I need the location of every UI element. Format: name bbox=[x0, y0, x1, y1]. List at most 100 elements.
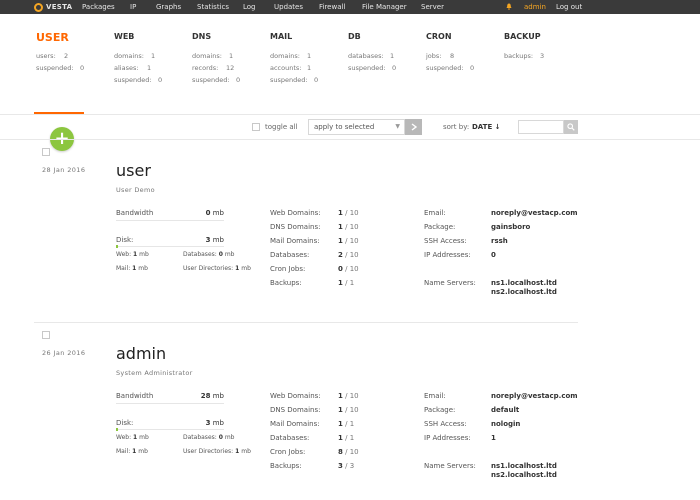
stat-value: 0 bbox=[314, 76, 319, 84]
disk-mail-usage: Mail: 1 mb bbox=[116, 265, 148, 272]
ip-value: 0 bbox=[491, 251, 496, 259]
nav-firewall[interactable]: Firewall bbox=[319, 3, 345, 11]
disk-user-dirs-usage: User Directories: 1 mb bbox=[183, 448, 251, 455]
ssh-label: SSH Access: bbox=[424, 237, 467, 245]
stat-db[interactable]: DB databases: 1 suspended: 0 bbox=[348, 32, 396, 74]
nav-graphs[interactable]: Graphs bbox=[156, 3, 181, 11]
nav-packages[interactable]: Packages bbox=[82, 3, 115, 11]
bulk-action-value: apply to selected bbox=[314, 123, 375, 131]
stat-label: accounts: bbox=[270, 64, 302, 72]
stat-label: suspended: bbox=[426, 64, 464, 72]
stat-dns-title: DNS bbox=[192, 32, 212, 41]
stat-value: 0 bbox=[80, 64, 85, 72]
nav-server[interactable]: Server bbox=[421, 3, 444, 11]
ssh-value: rssh bbox=[491, 237, 508, 245]
sort-toggle[interactable]: DATE ↓ bbox=[472, 123, 501, 131]
stat-value: 12 bbox=[226, 64, 235, 72]
user-name[interactable]: admin bbox=[116, 345, 166, 363]
card-divider bbox=[34, 322, 578, 323]
nav-statistics[interactable]: Statistics bbox=[197, 3, 229, 11]
current-user-link[interactable]: admin bbox=[524, 3, 546, 11]
sort-label: sort by: bbox=[443, 123, 470, 131]
stat-web-row: suspended: 0 bbox=[114, 74, 162, 86]
logout-link[interactable]: Log out bbox=[556, 3, 582, 11]
cron-jobs-label: Cron Jobs: bbox=[270, 265, 306, 273]
cron-jobs-value: 0 / 10 bbox=[338, 265, 359, 273]
search-icon bbox=[567, 123, 575, 131]
chevron-right-icon bbox=[411, 123, 417, 131]
ip-label: IP Addresses: bbox=[424, 434, 471, 442]
stat-mail-row: domains: 1 bbox=[270, 50, 312, 62]
disk-value: 3 mb bbox=[205, 236, 224, 244]
stat-dns[interactable]: DNS domains: 1 records: 12 suspended: 0 bbox=[192, 32, 240, 86]
disk-bar bbox=[116, 245, 224, 248]
user-select-checkbox[interactable] bbox=[42, 148, 50, 156]
bulk-action-select[interactable]: apply to selected ▼ bbox=[308, 119, 405, 135]
stat-user[interactable]: USER users: 2 suspended: 0 bbox=[36, 31, 84, 74]
stat-value: 0 bbox=[158, 76, 163, 84]
user-select-checkbox[interactable] bbox=[42, 331, 50, 339]
stat-cron[interactable]: CRON jobs: 8 suspended: 0 bbox=[426, 32, 474, 74]
stat-web-title: WEB bbox=[114, 32, 135, 41]
stat-web-row: domains: 1 bbox=[114, 50, 155, 62]
stat-backup[interactable]: BACKUP backups: 3 bbox=[504, 32, 544, 62]
stat-value: 2 bbox=[64, 52, 69, 60]
stat-user-row: users: 2 bbox=[36, 50, 74, 62]
cron-jobs-label: Cron Jobs: bbox=[270, 448, 306, 456]
package-label: Package: bbox=[424, 223, 456, 231]
stat-mail[interactable]: MAIL domains: 1 accounts: 1 suspended: 0 bbox=[270, 32, 318, 86]
disk-label: Disk: bbox=[116, 236, 134, 244]
search-button[interactable] bbox=[564, 120, 578, 134]
user-full-name: System Administrator bbox=[116, 369, 193, 377]
nav-ip[interactable]: IP bbox=[130, 3, 136, 11]
stat-label: backups: bbox=[504, 52, 534, 60]
stat-db-title: DB bbox=[348, 32, 361, 41]
backups-label: Backups: bbox=[270, 462, 302, 470]
stat-db-row: databases: 1 bbox=[348, 50, 394, 62]
stat-label: suspended: bbox=[192, 76, 230, 84]
disk-mail-usage: Mail: 1 mb bbox=[116, 448, 148, 455]
mail-domains-value: 1 / 1 bbox=[338, 420, 355, 428]
stat-user-title: USER bbox=[36, 31, 69, 44]
stat-db-row: suspended: 0 bbox=[348, 62, 396, 74]
disk-web-usage: Web: 1 mb bbox=[116, 434, 149, 441]
stat-label: jobs: bbox=[426, 52, 442, 60]
stat-label: domains: bbox=[270, 52, 300, 60]
nav-updates[interactable]: Updates bbox=[274, 3, 303, 11]
stat-web[interactable]: WEB domains: 1 aliases: 1 suspended: 0 bbox=[114, 32, 162, 86]
stat-value: 1 bbox=[307, 52, 312, 60]
stat-label: aliases: bbox=[114, 64, 139, 72]
databases-label: Databases: bbox=[270, 434, 310, 442]
stat-dns-row: domains: 1 bbox=[192, 50, 233, 62]
stat-value: 1 bbox=[390, 52, 395, 60]
name-server-2: ns2.localhost.ltd bbox=[491, 288, 557, 296]
name-servers-label: Name Servers: bbox=[424, 279, 476, 287]
web-domains-label: Web Domains: bbox=[270, 209, 321, 217]
toggle-all-checkbox[interactable] bbox=[252, 123, 260, 131]
dns-domains-value: 1 / 10 bbox=[338, 406, 359, 414]
user-name[interactable]: user bbox=[116, 162, 151, 180]
stat-value: 0 bbox=[470, 64, 475, 72]
stat-label: suspended: bbox=[36, 64, 74, 72]
nav-file-manager[interactable]: File Manager bbox=[362, 3, 407, 11]
search-input[interactable] bbox=[518, 120, 564, 134]
stat-backup-title: BACKUP bbox=[504, 32, 541, 41]
bandwidth-label: Bandwidth bbox=[116, 392, 154, 400]
nav-log[interactable]: Log bbox=[243, 3, 256, 11]
web-domains-value: 1 / 10 bbox=[338, 392, 359, 400]
package-label: Package: bbox=[424, 406, 456, 414]
name-servers-label: Name Servers: bbox=[424, 462, 476, 470]
chevron-down-icon: ▼ bbox=[395, 123, 400, 130]
databases-value: 2 / 10 bbox=[338, 251, 359, 259]
toolbar-divider bbox=[0, 139, 700, 140]
bell-icon[interactable] bbox=[506, 3, 512, 10]
stat-label: domains: bbox=[114, 52, 144, 60]
vesta-logo[interactable]: VESTA bbox=[34, 2, 72, 12]
apply-button[interactable] bbox=[405, 119, 422, 135]
toggle-all-label[interactable]: toggle all bbox=[265, 123, 298, 131]
backups-label: Backups: bbox=[270, 279, 302, 287]
email-value: noreply@vestacp.com bbox=[491, 392, 578, 400]
stat-label: suspended: bbox=[348, 64, 386, 72]
stat-label: domains: bbox=[192, 52, 222, 60]
stat-user-row: suspended: 0 bbox=[36, 62, 84, 74]
